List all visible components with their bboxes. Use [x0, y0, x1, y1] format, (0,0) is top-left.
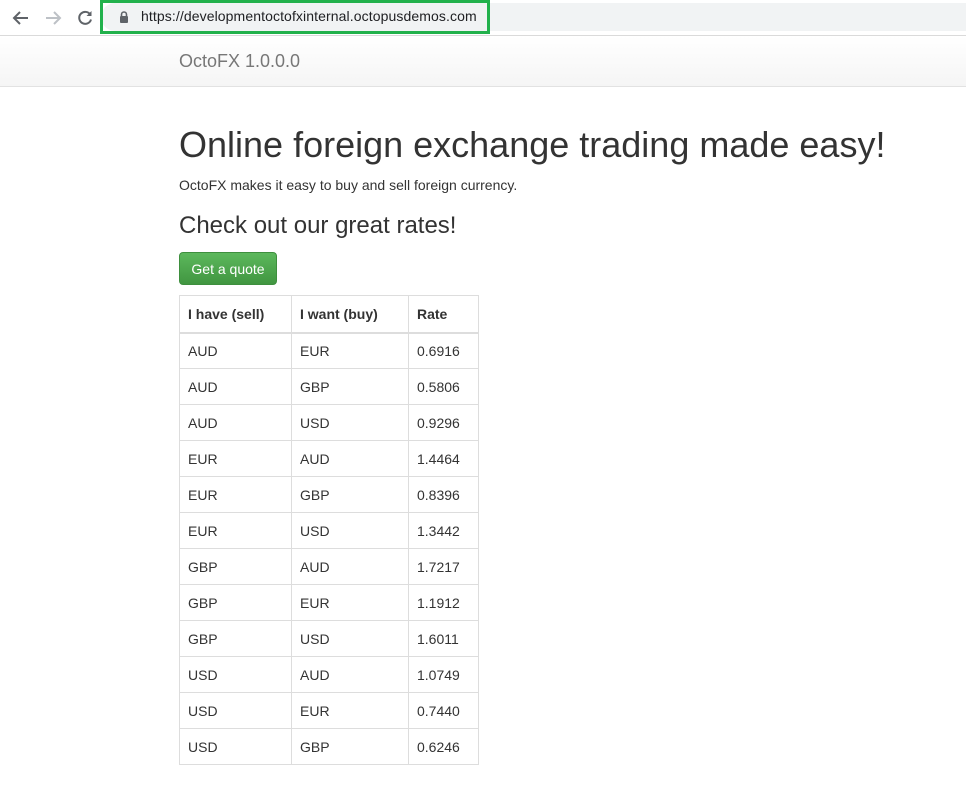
table-row: EUR USD 1.3442	[179, 512, 479, 549]
column-header-buy: I want (buy)	[291, 295, 409, 334]
lock-icon[interactable]	[117, 10, 131, 24]
table-row: AUD GBP 0.5806	[179, 368, 479, 405]
rate-value: 1.1912	[408, 584, 479, 621]
brand-link[interactable]: OctoFX 1.0.0.0	[179, 51, 300, 72]
url-text[interactable]: https://developmentoctofxinternal.octopu…	[141, 8, 477, 24]
rate-value: 1.0749	[408, 656, 479, 693]
rates-heading: Check out our great rates!	[179, 212, 457, 239]
sell-currency: USD	[179, 692, 292, 729]
buy-currency: AUD	[291, 440, 409, 477]
table-row: GBP USD 1.6011	[179, 620, 479, 657]
buy-currency: USD	[291, 620, 409, 657]
sell-currency: EUR	[179, 476, 292, 513]
buy-currency: EUR	[291, 692, 409, 729]
sell-currency: AUD	[179, 332, 292, 369]
rate-value: 1.3442	[408, 512, 479, 549]
table-row: EUR AUD 1.4464	[179, 440, 479, 477]
table-row: GBP EUR 1.1912	[179, 584, 479, 621]
hero-title: Online foreign exchange trading made eas…	[179, 124, 886, 165]
back-arrow-icon[interactable]	[9, 6, 33, 30]
browser-toolbar: https://developmentoctofxinternal.octopu…	[0, 0, 966, 36]
rate-value: 0.6246	[408, 728, 479, 765]
sell-currency: GBP	[179, 548, 292, 585]
rate-value: 1.6011	[408, 620, 479, 657]
sell-currency: AUD	[179, 404, 292, 441]
table-row: USD AUD 1.0749	[179, 656, 479, 693]
sell-currency: USD	[179, 656, 292, 693]
rate-value: 0.9296	[408, 404, 479, 441]
app-navbar: OctoFX 1.0.0.0	[0, 36, 966, 87]
forward-arrow-icon[interactable]	[41, 6, 65, 30]
rates-table: I have (sell) I want (buy) Rate AUD EUR …	[179, 295, 479, 765]
sell-currency: AUD	[179, 368, 292, 405]
table-row: GBP AUD 1.7217	[179, 548, 479, 585]
sell-currency: GBP	[179, 620, 292, 657]
get-quote-button[interactable]: Get a quote	[179, 252, 277, 285]
table-header-row: I have (sell) I want (buy) Rate	[179, 295, 479, 334]
rate-value: 1.4464	[408, 440, 479, 477]
hero-subtitle: OctoFX makes it easy to buy and sell for…	[179, 177, 518, 193]
sell-currency: GBP	[179, 584, 292, 621]
buy-currency: EUR	[291, 584, 409, 621]
reload-icon[interactable]	[73, 6, 97, 30]
rate-value: 0.6916	[408, 332, 479, 369]
column-header-sell: I have (sell)	[179, 295, 292, 334]
buy-currency: USD	[291, 404, 409, 441]
buy-currency: GBP	[291, 728, 409, 765]
rate-value: 0.7440	[408, 692, 479, 729]
table-row: AUD EUR 0.6916	[179, 332, 479, 369]
table-row: USD EUR 0.7440	[179, 692, 479, 729]
table-row: AUD USD 0.9296	[179, 404, 479, 441]
sell-currency: USD	[179, 728, 292, 765]
sell-currency: EUR	[179, 440, 292, 477]
buy-currency: GBP	[291, 368, 409, 405]
buy-currency: AUD	[291, 656, 409, 693]
table-row: EUR GBP 0.8396	[179, 476, 479, 513]
rate-value: 1.7217	[408, 548, 479, 585]
rate-value: 0.8396	[408, 476, 479, 513]
buy-currency: AUD	[291, 548, 409, 585]
column-header-rate: Rate	[408, 295, 479, 334]
buy-currency: USD	[291, 512, 409, 549]
buy-currency: EUR	[291, 332, 409, 369]
buy-currency: GBP	[291, 476, 409, 513]
table-row: USD GBP 0.6246	[179, 728, 479, 765]
rate-value: 0.5806	[408, 368, 479, 405]
sell-currency: EUR	[179, 512, 292, 549]
